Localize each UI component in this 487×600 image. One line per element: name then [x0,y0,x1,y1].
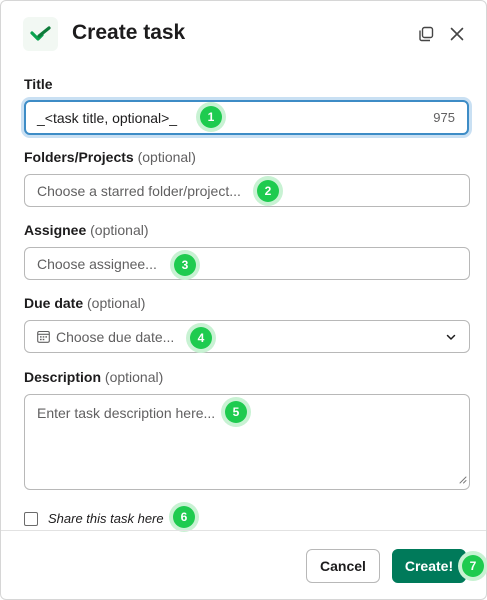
window-expand-icon[interactable] [417,25,435,43]
folders-placeholder: Choose a starred folder/project... [37,182,241,199]
step-badge-4: 4 [190,327,212,349]
assignee-label: Assignee (optional) [24,222,149,238]
due-date-select[interactable]: Choose due date... [24,320,470,353]
assignee-label-text: Assignee [24,222,87,238]
step-badge-6: 6 [173,506,195,528]
share-task-option[interactable]: Share this task here [24,511,164,526]
title-label: Title [24,76,53,92]
create-task-dialog: Create task Title _<task title, optional… [0,0,487,600]
step-badge-7: 7 [462,555,484,577]
description-textarea[interactable]: Enter task description here... [24,394,470,490]
folders-projects-select[interactable]: Choose a starred folder/project... [24,174,470,207]
title-input-value: _<task title, optional>_ [37,109,178,126]
folders-label: Folders/Projects (optional) [24,149,196,165]
folders-label-text: Folders/Projects [24,149,134,165]
dialog-header: Create task [23,17,470,51]
cancel-button[interactable]: Cancel [306,549,380,583]
description-placeholder: Enter task description here... [37,405,216,421]
folders-optional-text: (optional) [137,149,196,165]
create-button[interactable]: Create! [392,549,466,583]
assignee-select[interactable]: Choose assignee... [24,247,470,280]
share-checkbox[interactable] [24,511,38,526]
description-label: Description (optional) [24,369,163,385]
title-input[interactable]: _<task title, optional>_ 975 [24,100,469,135]
close-icon[interactable] [448,25,466,43]
step-badge-2: 2 [257,180,279,202]
step-badge-1: 1 [200,106,222,128]
title-char-counter: 975 [433,110,455,125]
description-optional-text: (optional) [104,369,164,385]
due-date-label-text: Due date [24,295,84,311]
due-date-optional-text: (optional) [87,295,146,311]
description-label-text: Description [24,369,102,385]
step-badge-3: 3 [174,254,196,276]
title-label-text: Title [24,76,53,92]
due-date-label: Due date (optional) [24,295,145,311]
step-badge-5: 5 [225,401,247,423]
chevron-down-icon [445,330,457,346]
footer-divider [1,530,486,531]
assignee-optional-text: (optional) [90,222,149,238]
assignee-placeholder: Choose assignee... [37,255,157,272]
share-label: Share this task here [48,511,164,526]
due-date-placeholder: Choose due date... [56,328,175,345]
resize-handle-icon[interactable] [458,471,467,487]
check-logo-icon [23,17,58,51]
calendar-icon [37,330,50,343]
dialog-title: Create task [72,21,186,44]
